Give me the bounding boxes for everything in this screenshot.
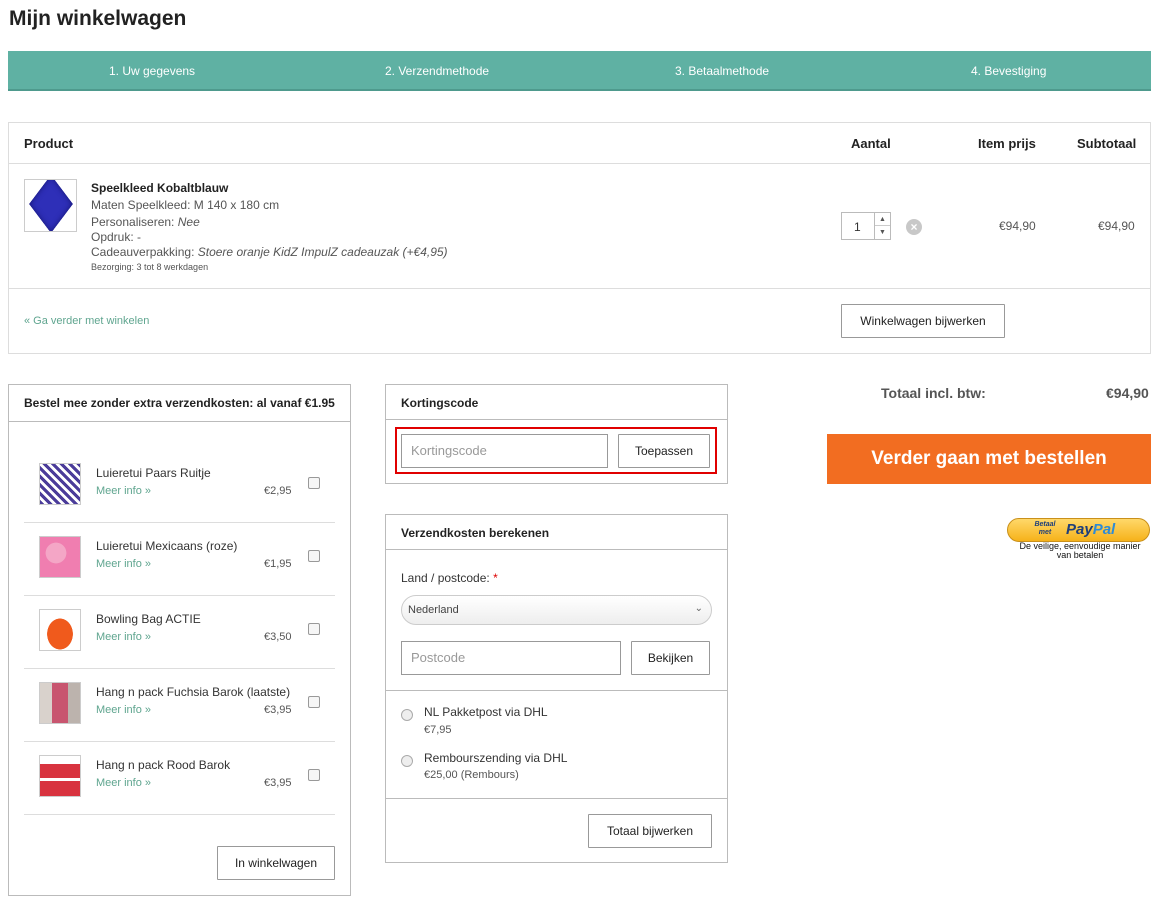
checkout-button[interactable]: Verder gaan met bestellen [827, 434, 1151, 484]
quantity-stepper[interactable]: 1 ▲ ▼ [841, 212, 891, 240]
product-thumb[interactable] [39, 609, 81, 651]
total-value: €94,90 [1106, 385, 1149, 401]
upsell-item-price: €2,95 [264, 485, 292, 497]
checkout-steps: 1. Uw gegevens 2. Verzendmethode 3. Beta… [8, 51, 1151, 91]
postcode-input[interactable]: Postcode [401, 641, 621, 675]
list-item: Luieretui Mexicaans (roze) Meer info » €… [24, 523, 335, 596]
upsell-item-name: Luieretui Mexicaans (roze) [96, 539, 238, 553]
list-item: Luieretui Paars Ruitje Meer info » €2,95 [24, 450, 335, 523]
list-item: Bowling Bag ACTIE Meer info » €3,50 [24, 596, 335, 669]
product-thumb[interactable] [39, 755, 81, 797]
upsell-item-price: €1,95 [264, 558, 292, 570]
upsell-panel: Bestel mee zonder extra verzendkosten: a… [8, 384, 351, 896]
product-delivery: Bezorging: 3 tot 8 werkdagen [91, 262, 209, 272]
step-confirmation[interactable]: 4. Bevestiging [971, 64, 1046, 78]
product-thumb[interactable] [39, 536, 81, 578]
upsell-item-name: Hang n pack Fuchsia Barok (laatste) [96, 685, 291, 699]
page-title: Mijn winkelwagen [9, 7, 187, 30]
shipping-option-name: Rembourszending via DHL [424, 751, 568, 765]
upsell-checkbox[interactable] [308, 769, 320, 781]
total-label: Totaal incl. btw: [881, 385, 986, 401]
upsell-checkbox[interactable] [308, 477, 320, 489]
item-price: €94,90 [999, 219, 1036, 233]
upsell-title: Bestel mee zonder extra verzendkosten: a… [9, 385, 350, 422]
upsell-checkbox[interactable] [308, 623, 320, 635]
product-gift-wrap: Cadeauverpakking: Stoere oranje KidZ Imp… [91, 245, 448, 259]
shipping-option-price: €25,00 (Rembours) [424, 769, 519, 781]
upsell-checkbox[interactable] [308, 696, 320, 708]
more-info-link[interactable]: Meer info » [96, 631, 151, 643]
shipping-option-price: €7,95 [424, 724, 452, 736]
step-shipping[interactable]: 2. Verzendmethode [385, 64, 489, 78]
more-info-link[interactable]: Meer info » [96, 485, 151, 497]
product-name[interactable]: Speelkleed Kobaltblauw [91, 181, 228, 195]
update-cart-button[interactable]: Winkelwagen bijwerken [841, 304, 1005, 338]
shipping-title: Verzendkosten berekenen [386, 515, 727, 550]
shipping-panel: Verzendkosten berekenen [385, 514, 728, 863]
chevron-down-icon: ⌄ [694, 603, 703, 614]
continue-shopping-link[interactable]: « Ga verder met winkelen [24, 315, 149, 327]
shipping-option-name: NL Pakketpost via DHL [424, 705, 548, 719]
item-subtotal: €94,90 [1098, 219, 1135, 233]
product-thumb[interactable] [39, 682, 81, 724]
list-item: Hang n pack Rood Barok Meer info » €3,95 [24, 742, 335, 815]
step-payment[interactable]: 3. Betaalmethode [675, 64, 769, 78]
header-subtotal: Subtotaal [1077, 136, 1137, 151]
divider [386, 690, 727, 691]
country-select[interactable]: Nederland ⌄ [401, 595, 712, 625]
decrement-icon[interactable]: ▼ [875, 226, 890, 239]
coupon-title: Kortingscode [386, 385, 727, 420]
upsell-item-name: Hang n pack Rood Barok [96, 758, 231, 772]
header-qty: Aantal [851, 136, 891, 151]
paypal-small-text: Betaal met [1034, 521, 1056, 536]
more-info-link[interactable]: Meer info » [96, 777, 151, 789]
list-item: Hang n pack Fuchsia Barok (laatste) Meer… [24, 669, 335, 742]
cart-header: Product Aantal Item prijs Subtotaal [9, 123, 1150, 164]
upsell-item-name: Luieretui Paars Ruitje [96, 466, 211, 480]
paypal-logo: PayPal [1066, 521, 1116, 538]
paypal-caption: De veilige, eenvoudige manier van betale… [1019, 541, 1141, 560]
upsell-checkbox[interactable] [308, 550, 320, 562]
quantity-value[interactable]: 1 [854, 220, 861, 234]
divider [9, 288, 1150, 289]
divider [386, 798, 727, 799]
paypal-button[interactable]: Betaal met PayPal [1007, 518, 1150, 542]
more-info-link[interactable]: Meer info » [96, 558, 151, 570]
product-thumb[interactable] [39, 463, 81, 505]
product-personalize: Personaliseren: Nee [91, 215, 200, 229]
upsell-item-price: €3,95 [264, 777, 292, 789]
product-size: Maten Speelkleed: M 140 x 180 cm [91, 198, 280, 212]
shipping-radio-dhl[interactable] [401, 709, 413, 721]
product-print: Opdruk: - [91, 230, 142, 244]
step-details[interactable]: 1. Uw gegevens [109, 64, 195, 78]
add-to-cart-button[interactable]: In winkelwagen [217, 846, 335, 880]
upsell-item-price: €3,50 [264, 631, 292, 643]
apply-coupon-button[interactable]: Toepassen [618, 434, 710, 468]
country-label: Land / postcode: * [401, 571, 498, 585]
header-product: Product [24, 136, 74, 151]
shipping-radio-rembours[interactable] [401, 755, 413, 767]
update-total-button[interactable]: Totaal bijwerken [588, 814, 712, 848]
product-image[interactable] [24, 179, 77, 232]
view-shipping-button[interactable]: Bekijken [631, 641, 710, 675]
cart-table: Product Aantal Item prijs Subtotaal Spee… [8, 122, 1151, 354]
upsell-item-price: €3,95 [264, 704, 292, 716]
header-item-price: Item prijs [978, 136, 1036, 151]
remove-item-icon[interactable]: × [906, 219, 922, 235]
more-info-link[interactable]: Meer info » [96, 704, 151, 716]
coupon-input[interactable]: Kortingscode [401, 434, 608, 468]
upsell-item-name: Bowling Bag ACTIE [96, 612, 201, 626]
increment-icon[interactable]: ▲ [875, 213, 890, 226]
